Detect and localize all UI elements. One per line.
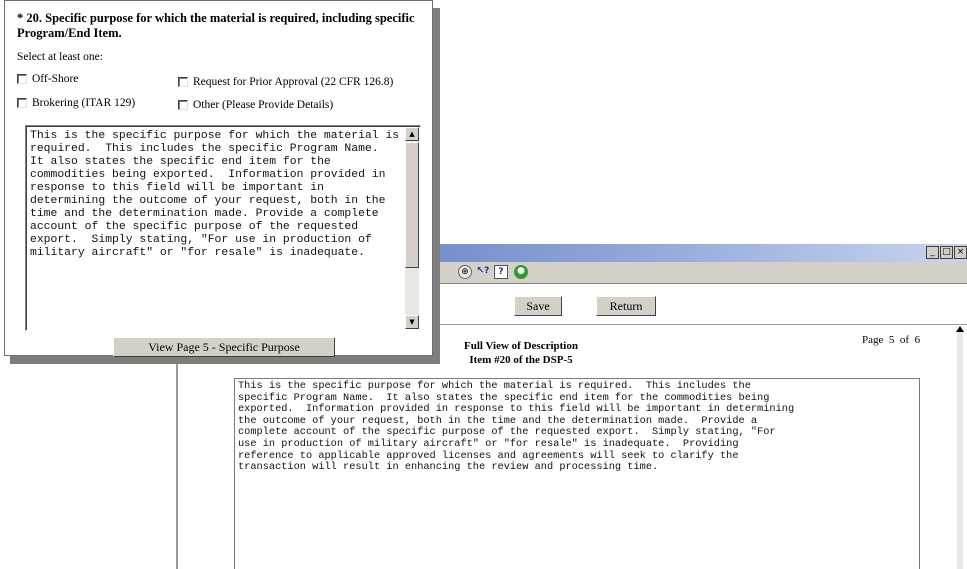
select-hint: Select at least one: [17, 51, 103, 63]
window-controls: _ □ × [926, 246, 967, 259]
checkbox-box[interactable] [17, 98, 27, 108]
checkbox-box[interactable] [178, 100, 188, 110]
minimize-button[interactable]: _ [926, 246, 939, 259]
checkbox-label: Off-Shore [32, 73, 79, 85]
maximize-button[interactable]: □ [940, 246, 953, 259]
scroll-down-icon[interactable]: ▼ [405, 315, 419, 329]
checkbox-off-shore[interactable]: Off-Shore [17, 73, 78, 85]
checkbox-brokering[interactable]: Brokering (ITAR 129) [17, 97, 135, 109]
full-description-textarea[interactable]: This is the specific purpose for which t… [234, 378, 920, 569]
return-button[interactable]: Return [596, 296, 656, 316]
help-icon[interactable]: ? [494, 265, 508, 279]
scrollbar-thumb[interactable] [405, 142, 419, 268]
textarea-scrollbar[interactable]: ▲ ▼ [405, 127, 419, 329]
purpose-textarea[interactable]: This is the specific purpose for which t… [25, 125, 421, 331]
window-scrollbar[interactable] [957, 330, 963, 569]
checkbox-box[interactable] [17, 74, 27, 84]
checkbox-box[interactable] [178, 77, 188, 87]
full-view-title: Full View of Description Item #20 of the… [436, 339, 606, 367]
close-button[interactable]: × [954, 246, 967, 259]
checkbox-prior-approval[interactable]: Request for Prior Approval (22 CFR 126.8… [178, 76, 393, 88]
page-indicator: Page 5 of 6 [862, 334, 920, 346]
page-of-label: of [899, 334, 910, 346]
specific-purpose-popup: * 20. Specific purpose for which the mat… [4, 0, 433, 357]
full-view-title-line1: Full View of Description [464, 340, 578, 352]
save-button[interactable]: Save [514, 296, 562, 316]
page-current: 5 [888, 334, 895, 346]
item-20-heading: * 20. Specific purpose for which the mat… [17, 11, 415, 40]
page-total: 6 [914, 334, 921, 346]
full-view-title-line2: Item #20 of the DSP-5 [469, 354, 573, 366]
context-help-icon[interactable]: ↖? [476, 265, 490, 279]
scroll-up-arrow-icon[interactable] [956, 326, 964, 332]
scroll-up-icon[interactable]: ▲ [405, 127, 419, 141]
zoom-icon[interactable]: ⊕ [458, 265, 472, 279]
checkbox-other[interactable]: Other (Please Provide Details) [178, 99, 333, 111]
go-icon[interactable]: ● [514, 265, 528, 279]
page-label: Page [862, 334, 884, 346]
checkbox-label: Other (Please Provide Details) [193, 99, 334, 111]
view-page-button[interactable]: View Page 5 - Specific Purpose [113, 337, 335, 357]
checkbox-label: Request for Prior Approval (22 CFR 126.8… [193, 76, 394, 88]
checkbox-label: Brokering (ITAR 129) [32, 97, 136, 109]
purpose-text[interactable]: This is the specific purpose for which t… [30, 130, 402, 260]
